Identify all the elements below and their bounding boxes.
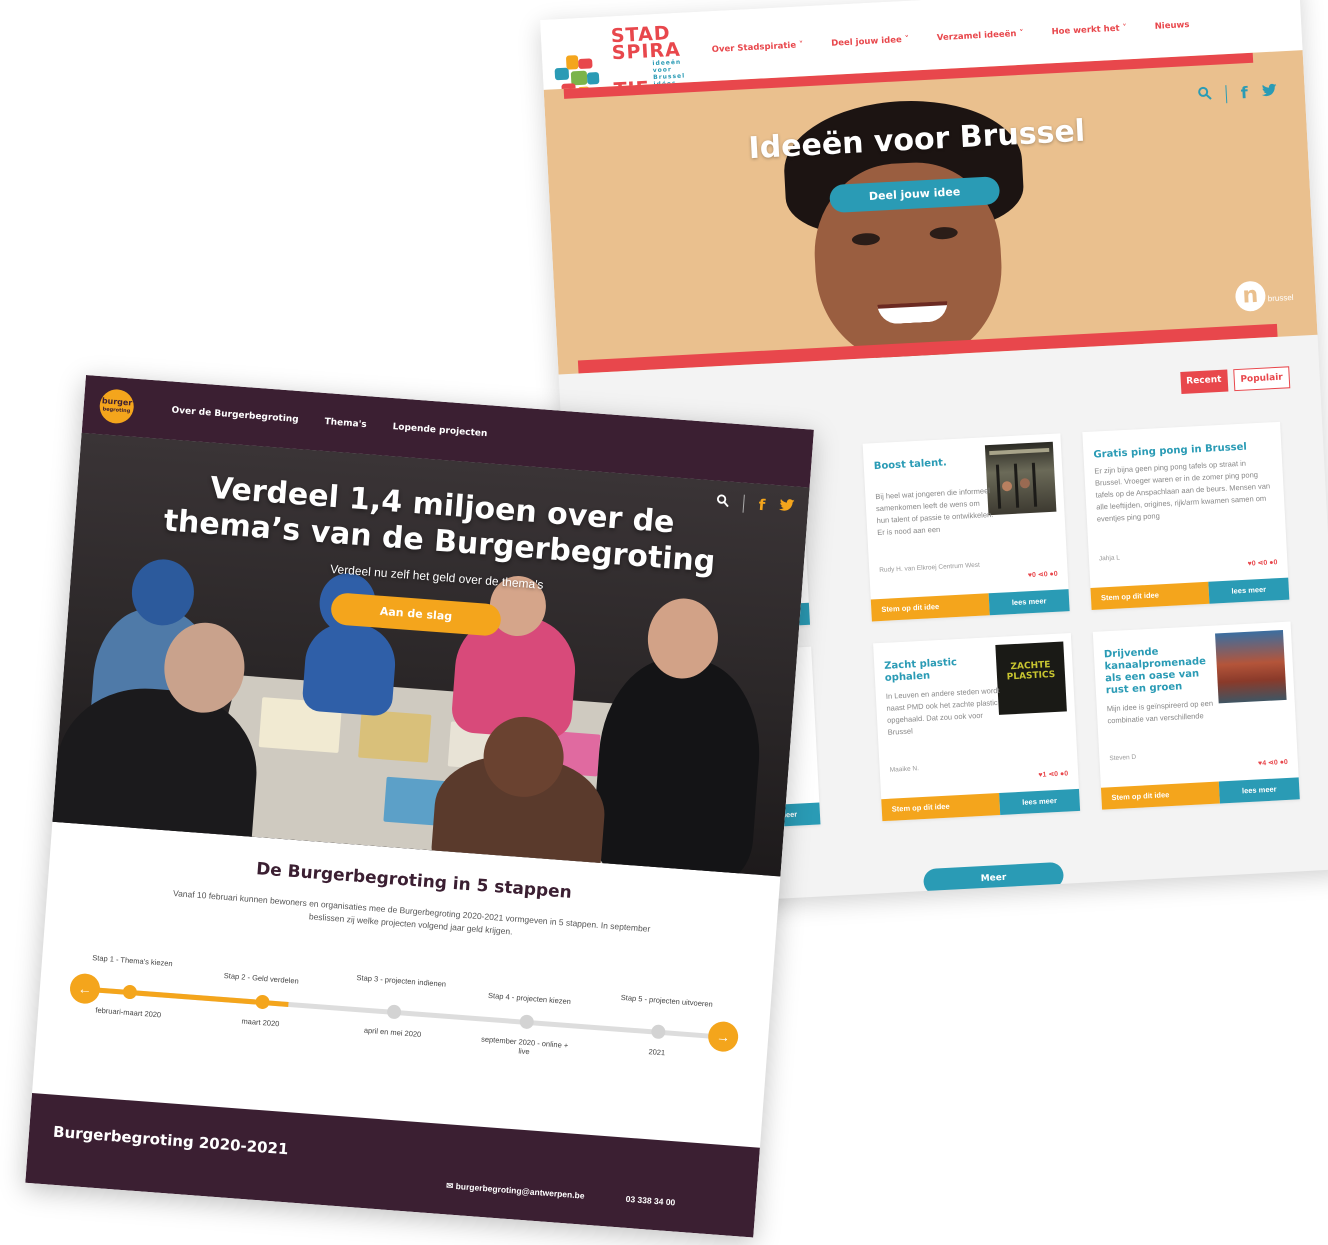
search-icon[interactable] (716, 493, 730, 512)
idea-card-image-text: ZACHTE PLASTICS (1006, 660, 1056, 683)
timeline-step-dot[interactable] (650, 1024, 666, 1040)
twitter-icon[interactable] (1261, 82, 1277, 102)
timeline-step-label: Stap 2 - Geld verdelen (223, 971, 300, 986)
idea-card-image (1215, 629, 1287, 704)
footer-title: Burgerbegroting 2020-2021 (52, 1122, 290, 1159)
nav-hoe-werkt-het[interactable]: Hoe werkt het ˅ (1051, 23, 1127, 37)
idea-card-text: Mijn idee is geïnspireerd op een combina… (1106, 698, 1214, 726)
timeline-step-dot[interactable] (254, 994, 270, 1010)
lees-meer-button[interactable]: lees meer (1208, 577, 1290, 604)
idea-card-text: In Leuven en andere steden wordt naast P… (885, 685, 1000, 737)
hero-social-icons: f (1197, 82, 1277, 105)
idea-card-image (984, 441, 1057, 516)
stem-op-dit-idee-button[interactable]: Stem op dit idee (881, 793, 1001, 822)
idea-card-stats: ♥0 ⋖0 ●0 (1027, 570, 1058, 580)
lees-meer-button[interactable]: lees meer (1218, 777, 1300, 804)
lees-meer-button[interactable]: lees meer (999, 788, 1081, 816)
idea-card-title[interactable]: Boost talent. (874, 456, 974, 473)
idea-card[interactable]: Drijvende kanaalpromenade als een oase v… (1092, 621, 1300, 810)
timeline-step-date: 2021 (648, 1047, 666, 1058)
nav-over-de-burgerbegroting[interactable]: Over de Burgerbegroting (171, 406, 299, 426)
idea-card-image: ZACHTE PLASTICS (995, 641, 1067, 715)
idea-card-stats: ♥1 ⋖0 ●0 (1038, 770, 1069, 779)
mockup-stage: STAD SPIRA TIE ideeën voor Brussel idées… (0, 0, 1328, 1245)
sort-filters: Recent Populair (1179, 366, 1291, 394)
divider (1225, 84, 1228, 103)
facebook-icon[interactable]: f (1240, 83, 1248, 102)
burgerbegroting-logo[interactable]: burger begroting (98, 388, 135, 425)
idea-card-author: Steven D (1109, 753, 1137, 763)
burgerbegroting-hero: Verdeel 1,4 miljoen over de thema’s van … (52, 432, 810, 877)
idea-card-author: Maaike N. (889, 765, 920, 774)
footer-phone: 03 338 34 00 (625, 1193, 676, 1208)
stadspiratie-nav: Over Stadspiratie ˅ Deel jouw idee ˅ Ver… (712, 20, 1190, 55)
partner-logo-sub: brussel (1267, 292, 1294, 304)
idea-card-title[interactable]: Drijvende kanaalpromenade als een oase v… (1104, 644, 1206, 697)
idea-card-stats: ♥0 ⋖0 ●0 (1247, 559, 1278, 568)
idea-card-author: Jahja L (1098, 554, 1121, 563)
steps-timeline: ← → Stap 1 - Thema's kiezen februari-maar… (66, 953, 740, 1086)
stem-op-dit-idee-button[interactable]: Stem op dit idee (1090, 581, 1210, 610)
stem-op-dit-idee-button[interactable]: Stem op dit idee (870, 593, 990, 622)
timeline-step-date: september 2020 - online + live (480, 1034, 569, 1057)
burgerbegroting-footer: Burgerbegroting 2020-2021 ✉ burgerbegrot… (25, 1092, 760, 1238)
nav-verzamel-ideeen[interactable]: Verzamel ideeën ˅ (937, 29, 1024, 44)
nav-over-stadspiratie[interactable]: Over Stadspiratie ˅ (712, 40, 804, 55)
idea-card[interactable]: Boost talent. Bij heel wat jongeren die … (862, 433, 1070, 622)
partner-logo: n (1234, 280, 1267, 312)
burgerbegroting-screen: burger begroting Over de Burgerbegroting… (21, 375, 814, 1245)
timeline-step-date: april en mei 2020 (363, 1025, 422, 1039)
stem-op-dit-idee-button[interactable]: Stem op dit idee (1100, 781, 1220, 810)
idea-card-title[interactable]: Zacht plastic ophalen (884, 656, 985, 685)
nav-deel-jouw-idee[interactable]: Deel jouw idee ˅ (831, 35, 909, 49)
lees-meer-button[interactable]: lees meer (988, 589, 1070, 616)
timeline-step-dot[interactable] (386, 1004, 402, 1020)
timeline-step-label: Stap 4 - projecten kiezen (487, 990, 572, 1007)
facebook-icon[interactable]: f (758, 496, 766, 514)
nav-nieuws[interactable]: Nieuws (1154, 20, 1189, 32)
logo-line-2: begroting (102, 406, 131, 415)
timeline-step-date: maart 2020 (241, 1016, 280, 1029)
filter-recent[interactable]: Recent (1179, 369, 1229, 394)
filter-populair[interactable]: Populair (1232, 366, 1291, 392)
idea-card-stats: ♥4 ⋖0 ●0 (1257, 758, 1289, 768)
timeline-step-date: februari-maart 2020 (95, 1005, 162, 1020)
footer-email-link[interactable]: ✉ burgerbegroting@antwerpen.be (446, 1180, 585, 1201)
timeline-step-dot[interactable] (518, 1014, 534, 1030)
divider (742, 494, 746, 513)
meer-button[interactable]: Meer (922, 861, 1065, 896)
nav-lopende-projecten[interactable]: Lopende projecten (392, 422, 487, 439)
hero-photo-board-card (358, 709, 432, 763)
timeline-prev-button[interactable]: ← (68, 972, 102, 1005)
idea-card-author: Rudy H. van Elkroej Centrum West (879, 561, 980, 574)
timeline-step-dot[interactable] (122, 984, 138, 1000)
stadspiratie-hero: Ideeën voor Brussel Deel jouw idee f n b… (543, 50, 1318, 375)
idea-card[interactable]: Gratis ping pong in Brussel Er zijn bijn… (1082, 421, 1290, 610)
idea-card[interactable]: ZACHTE PLASTICS Zacht plastic ophalen In… (873, 633, 1081, 822)
timeline-next-button[interactable]: → (707, 1020, 740, 1053)
timeline-step-label: Stap 1 - Thema's kiezen (91, 953, 173, 969)
timeline-step-label: Stap 5 - projecten uitvoeren (620, 992, 714, 1009)
timeline-step-label: Stap 3 - projecten indienen (356, 972, 447, 989)
twitter-icon[interactable] (778, 497, 795, 516)
search-icon[interactable] (1197, 85, 1212, 105)
footer-email[interactable]: burgerbegroting@antwerpen.be (455, 1181, 585, 1201)
idea-card-text: Er zijn bijna geen ping pong tafels op s… (1094, 458, 1271, 524)
nav-themas[interactable]: Thema's (324, 417, 367, 430)
idea-card-text: Bij heel wat jongeren die informeel same… (875, 486, 994, 538)
